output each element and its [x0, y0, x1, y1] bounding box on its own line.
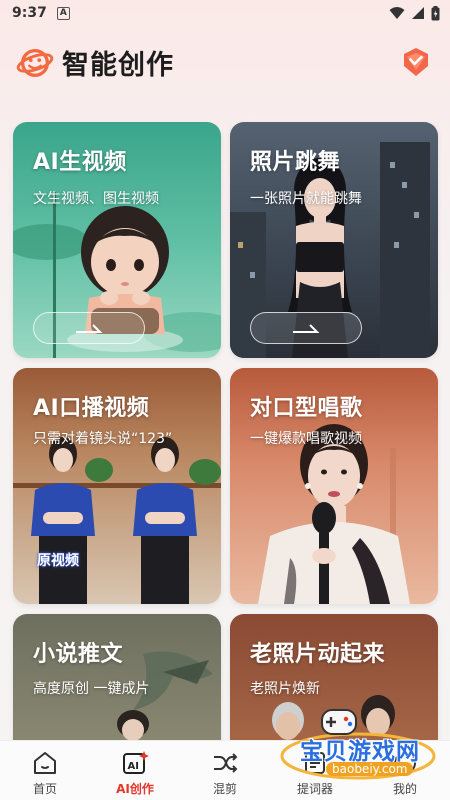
nav-item-home[interactable]: 首页: [0, 741, 90, 800]
nav-item-remix[interactable]: 混剪: [180, 741, 270, 800]
original-video-tag: 原视频: [37, 553, 79, 569]
status-bar: 9:37 A: [0, 0, 450, 26]
card-subtitle: 高度原创 一键成片: [33, 681, 150, 697]
nav-label: 混剪: [212, 781, 237, 796]
home-icon: [34, 751, 56, 774]
svg-text:AI: AI: [128, 761, 139, 772]
card-subtitle: 只需对着镜头说“123”: [33, 431, 173, 447]
arrow-right-icon: [293, 324, 320, 333]
card-subtitle: 文生视频、图生视频: [33, 191, 159, 207]
card-subtitle: 一键爆款唱歌视频: [250, 431, 362, 447]
card-subtitle: 老照片焕新: [250, 681, 320, 697]
card-title: AI生视频: [33, 150, 127, 175]
card-go-button[interactable]: [250, 312, 362, 344]
card-photo-dance[interactable]: 照片跳舞 一张照片就能跳舞: [230, 122, 438, 358]
watermark-url: baobeiy.com: [326, 762, 414, 776]
nav-label: 提词器: [296, 781, 333, 796]
card-ai-talking-video[interactable]: AI口播视频 只需对着镜头说“123” 原视频: [13, 368, 221, 604]
card-title: 小说推文: [33, 642, 124, 667]
card-title: 老照片动起来: [250, 642, 386, 667]
notification-icon: A: [56, 6, 70, 20]
nav-item-ai-create[interactable]: AI AI创作: [90, 741, 180, 800]
card-subtitle: 一张照片就能跳舞: [250, 191, 362, 207]
card-title: AI口播视频: [33, 396, 150, 421]
wifi-icon: [389, 7, 405, 19]
ai-create-icon: AI: [123, 750, 149, 774]
card-title: 照片跳舞: [250, 150, 341, 175]
card-novel-promo[interactable]: 小说推文 高度原创 一键成片: [13, 614, 221, 754]
signal-icon: [412, 7, 424, 19]
nav-label: 我的: [392, 781, 417, 796]
card-ai-video[interactable]: AI生视频 文生视频、图生视频: [13, 122, 221, 358]
nav-label: 首页: [32, 781, 57, 796]
vip-diamond-button[interactable]: [398, 44, 434, 80]
status-time: 9:37: [12, 5, 47, 21]
card-go-button[interactable]: [33, 312, 145, 344]
battery-icon: [431, 5, 440, 20]
page-title: 智能创作: [62, 49, 174, 81]
watermark-name: 宝贝游戏网: [300, 739, 420, 765]
app-header: 智能创作: [0, 38, 450, 86]
status-icons: [389, 5, 440, 21]
nav-label: AI创作: [116, 781, 154, 796]
arrow-right-icon: [76, 324, 103, 333]
card-title: 对口型唱歌: [250, 396, 363, 421]
card-lip-sync-singing[interactable]: 对口型唱歌 一键爆款唱歌视频: [230, 368, 438, 604]
smile-planet-logo-icon: [16, 48, 54, 77]
site-watermark: 宝贝游戏网 baobeiy.com: [278, 706, 438, 782]
shuffle-icon: [214, 752, 238, 773]
